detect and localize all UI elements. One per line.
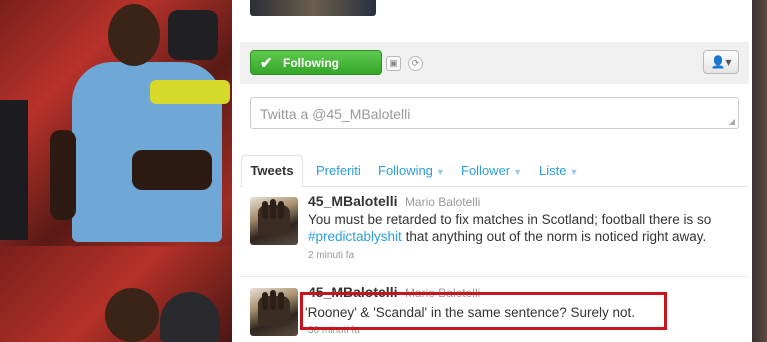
header-image xyxy=(250,0,376,16)
chevron-down-icon: ▼ xyxy=(569,167,579,177)
chevron-down-icon: ▼ xyxy=(435,167,445,177)
avatar[interactable] xyxy=(250,288,298,336)
tab-preferiti[interactable]: Preferiti xyxy=(316,163,361,178)
tweet-compose-input[interactable]: Twitta a @45_MBalotelli ◢ xyxy=(250,97,739,129)
tweet-text: You must be retarded to fix matches in S… xyxy=(308,211,743,245)
tab-follower-label: Follower xyxy=(461,163,511,178)
chevron-down-icon: ▼ xyxy=(513,167,523,177)
user-dropdown-button[interactable]: 👤▾ xyxy=(703,50,739,74)
tweet-text-part: You must be retarded to fix matches in S… xyxy=(308,212,712,227)
tab-preferiti-label: Preferiti xyxy=(316,163,361,178)
check-icon: ✔ xyxy=(260,55,273,72)
tweet-content: 45_MBalotelli Mario Balotelli You must b… xyxy=(308,193,743,261)
following-button[interactable]: ✔ Following xyxy=(250,50,382,75)
tab-tweets[interactable]: Tweets xyxy=(241,155,303,187)
tweet-full-name[interactable]: Mario Balotelli xyxy=(405,195,480,209)
resize-handle-icon[interactable]: ◢ xyxy=(729,117,735,126)
user-icon: 👤▾ xyxy=(710,55,732,69)
tweet-screen-name[interactable]: 45_MBalotelli xyxy=(308,193,397,209)
avatar[interactable] xyxy=(250,197,298,245)
notification-icon[interactable]: ▣ xyxy=(386,56,401,71)
hashtag-link[interactable]: #predictablyshit xyxy=(308,229,402,244)
following-button-label: Following xyxy=(283,56,339,70)
tab-liste-label: Liste xyxy=(539,163,567,178)
tab-following[interactable]: Following ▼ xyxy=(378,163,445,178)
tab-tweets-label: Tweets xyxy=(250,163,294,178)
profile-background-image xyxy=(0,0,232,342)
red-highlight-box xyxy=(300,292,667,330)
tab-liste[interactable]: Liste ▼ xyxy=(539,163,578,178)
tweet-text-part: that anything out of the norm is noticed… xyxy=(401,229,707,244)
tweet-compose-placeholder: Twitta a @45_MBalotelli xyxy=(260,106,411,122)
tab-follower[interactable]: Follower ▼ xyxy=(461,163,522,178)
tab-following-label: Following xyxy=(378,163,433,178)
retweet-toggle-icon[interactable]: ⟳ xyxy=(408,56,423,71)
tweet-timestamp[interactable]: 2 minuti fa xyxy=(308,250,743,261)
background-edge xyxy=(752,0,767,342)
